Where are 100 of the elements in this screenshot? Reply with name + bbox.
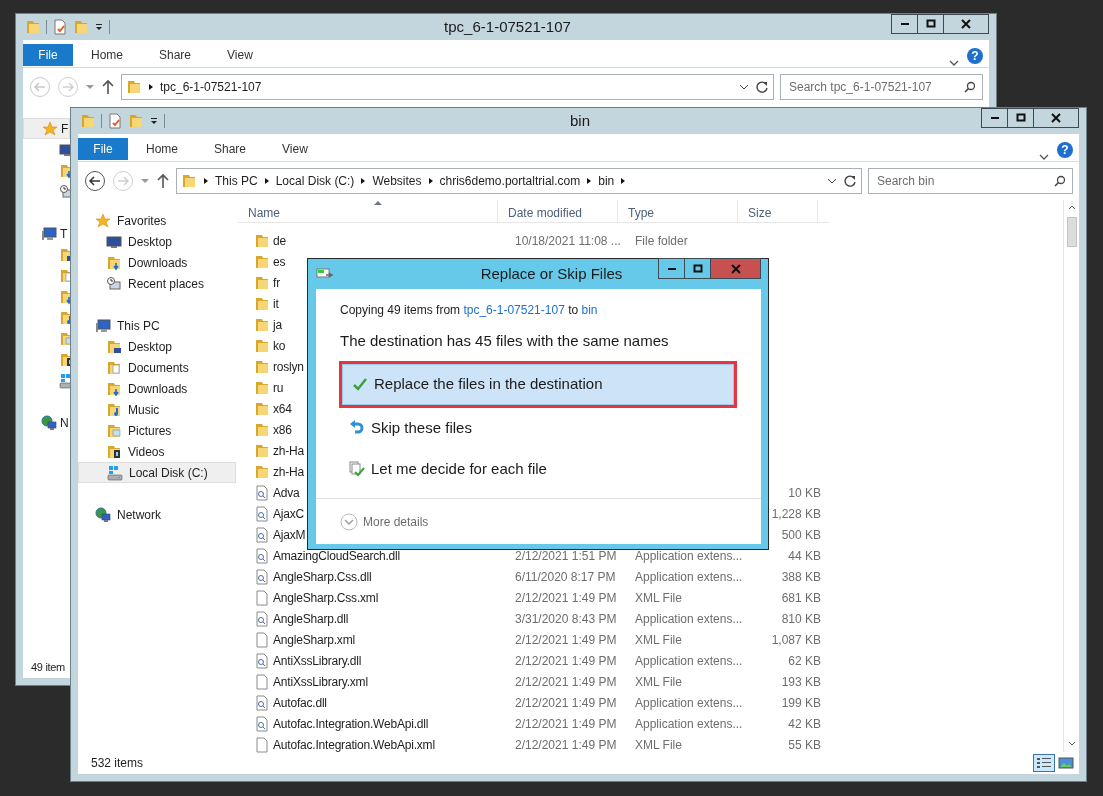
nav-item[interactable]: Desktop — [128, 232, 173, 251]
file-name[interactable]: AngleSharp.dll — [273, 609, 349, 628]
desktop-folder-icon — [106, 338, 122, 355]
large-icons-view-button[interactable] — [1055, 754, 1077, 772]
file-name[interactable]: zh-Ha — [273, 462, 304, 481]
breadcrumb[interactable]: Websites — [372, 172, 422, 190]
nav-item[interactable]: Videos — [128, 442, 165, 461]
date-cell-text: 10/18/2021 11:08 ... — [515, 232, 622, 250]
file-tab[interactable]: File — [23, 44, 73, 66]
type-cell-text: Application extens... — [635, 715, 744, 733]
breadcrumb[interactable]: tpc_6-1-07521-107 — [160, 78, 262, 96]
file-name[interactable]: AngleSharp.Css.xml — [273, 588, 379, 607]
breadcrumb[interactable]: bin — [598, 172, 615, 190]
address-bar[interactable]: tpc_6-1-07521-107 — [121, 74, 774, 100]
option-button[interactable]: Let me decide for each file — [339, 448, 737, 490]
ribbon-tab[interactable]: Home — [128, 138, 196, 160]
file-name[interactable]: AntiXssLibrary.dll — [273, 651, 362, 670]
file-name[interactable]: de — [273, 231, 286, 250]
nav-item[interactable]: Network — [117, 505, 161, 524]
maximize-button[interactable] — [917, 14, 944, 34]
file-tab[interactable]: File — [78, 138, 128, 160]
minimize-button[interactable] — [658, 258, 685, 279]
dropdown-icon[interactable] — [149, 116, 159, 126]
column-header[interactable]: Size — [738, 200, 818, 222]
file-name[interactable]: ja — [273, 315, 282, 334]
nav-item[interactable]: Documents — [128, 358, 189, 377]
file-name[interactable]: Autofac.Integration.WebApi.xml — [273, 735, 435, 754]
ribbon-tab[interactable]: Share — [141, 44, 210, 66]
ribbon-tab[interactable]: View — [264, 138, 326, 160]
up-button[interactable] — [101, 79, 115, 95]
file-name[interactable]: zh-Ha — [273, 441, 304, 460]
close-button[interactable] — [1033, 108, 1079, 128]
file-name[interactable]: Autofac.Integration.WebApi.dll — [273, 714, 429, 733]
column-header[interactable]: Type — [618, 200, 738, 222]
dropdown-icon[interactable] — [739, 83, 749, 91]
maximize-button[interactable] — [1007, 108, 1034, 128]
file-name[interactable]: AmazingCloudSearch.dll — [273, 546, 400, 565]
maximize-button[interactable] — [684, 258, 711, 279]
nav-item[interactable]: Recent places — [128, 274, 205, 293]
search-box[interactable]: Search bin — [868, 168, 1073, 194]
date-cell-text: 2/12/2021 1:49 PM — [515, 694, 618, 712]
option-button[interactable]: Replace the files in the destination — [339, 360, 737, 408]
nav-item[interactable]: Desktop — [128, 337, 173, 356]
nav-item[interactable]: Favorites — [117, 211, 167, 230]
expand-ribbon-icon[interactable] — [1039, 153, 1049, 161]
nav-item[interactable]: N — [23, 412, 70, 433]
more-details-button[interactable]: More details — [340, 512, 429, 531]
close-button[interactable] — [943, 14, 989, 34]
help-button[interactable]: ? — [1057, 142, 1073, 158]
type-cell-text: Application extens... — [635, 547, 744, 565]
details-view-button[interactable] — [1033, 754, 1055, 772]
breadcrumb[interactable]: Local Disk (C:) — [275, 172, 355, 190]
scroll-thumb[interactable] — [1066, 217, 1077, 247]
file-name[interactable]: it — [273, 294, 279, 313]
date-cell-text: 2/12/2021 1:49 PM — [515, 736, 618, 754]
file-name[interactable]: fr — [273, 273, 280, 292]
ribbon-tab[interactable]: View — [209, 44, 271, 66]
file-name[interactable]: roslyn — [273, 357, 304, 376]
file-name[interactable]: Adva — [273, 483, 300, 502]
breadcrumb[interactable]: This PC — [215, 172, 258, 190]
file-name[interactable]: ko — [273, 336, 286, 355]
back-button[interactable] — [84, 170, 106, 192]
destination-link[interactable]: bin — [581, 303, 598, 317]
file-name[interactable]: AngleSharp.Css.dll — [273, 567, 372, 586]
nav-item[interactable]: Music — [128, 400, 160, 419]
file-name[interactable]: Autofac.dll — [273, 693, 327, 712]
ribbon-tab[interactable]: Home — [73, 44, 141, 66]
dropdown-icon[interactable] — [827, 177, 837, 185]
minimize-button[interactable] — [981, 108, 1008, 128]
file-name[interactable]: AjaxM — [273, 525, 306, 544]
nav-item[interactable]: Downloads — [128, 379, 188, 398]
search-box[interactable]: Search tpc_6-1-07521-107 — [780, 74, 983, 100]
date-cell-text: 2/12/2021 1:49 PM — [515, 652, 618, 670]
source-link[interactable]: tpc_6-1-07521-107 — [463, 303, 565, 317]
help-button[interactable]: ? — [967, 48, 983, 64]
nav-item[interactable]: F — [23, 118, 70, 139]
nav-item[interactable]: Pictures — [128, 421, 172, 440]
file-name[interactable]: x64 — [273, 399, 292, 418]
refresh-icon[interactable] — [843, 174, 857, 188]
column-header[interactable]: Date modified — [498, 200, 618, 222]
breadcrumb[interactable]: chris6demo.portaltrial.com — [439, 172, 581, 190]
file-name[interactable]: x86 — [273, 420, 292, 439]
refresh-icon[interactable] — [755, 80, 769, 94]
file-name[interactable]: AntiXssLibrary.xml — [273, 672, 368, 691]
scrollbar[interactable] — [1063, 200, 1079, 752]
chevron-icon — [360, 177, 367, 185]
file-name[interactable]: AngleSharp.xml — [273, 630, 355, 649]
ribbon-tab[interactable]: Share — [196, 138, 265, 160]
minimize-button[interactable] — [891, 14, 918, 34]
dropdown-icon[interactable] — [94, 22, 104, 32]
nav-item[interactable]: Downloads — [128, 253, 188, 272]
option-button[interactable]: Skip these files — [339, 407, 737, 449]
up-button[interactable] — [156, 173, 170, 189]
nav-item[interactable]: T — [23, 223, 70, 244]
expand-ribbon-icon[interactable] — [949, 59, 959, 67]
file-name[interactable]: es — [273, 252, 286, 271]
nav-item[interactable]: This PC — [117, 316, 160, 335]
address-bar[interactable]: This PC Local Disk (C:) Websites chris6demo.portaltrial.com bin — [176, 168, 862, 194]
file-name[interactable]: AjaxC — [273, 504, 304, 523]
file-name[interactable]: ru — [273, 378, 284, 397]
